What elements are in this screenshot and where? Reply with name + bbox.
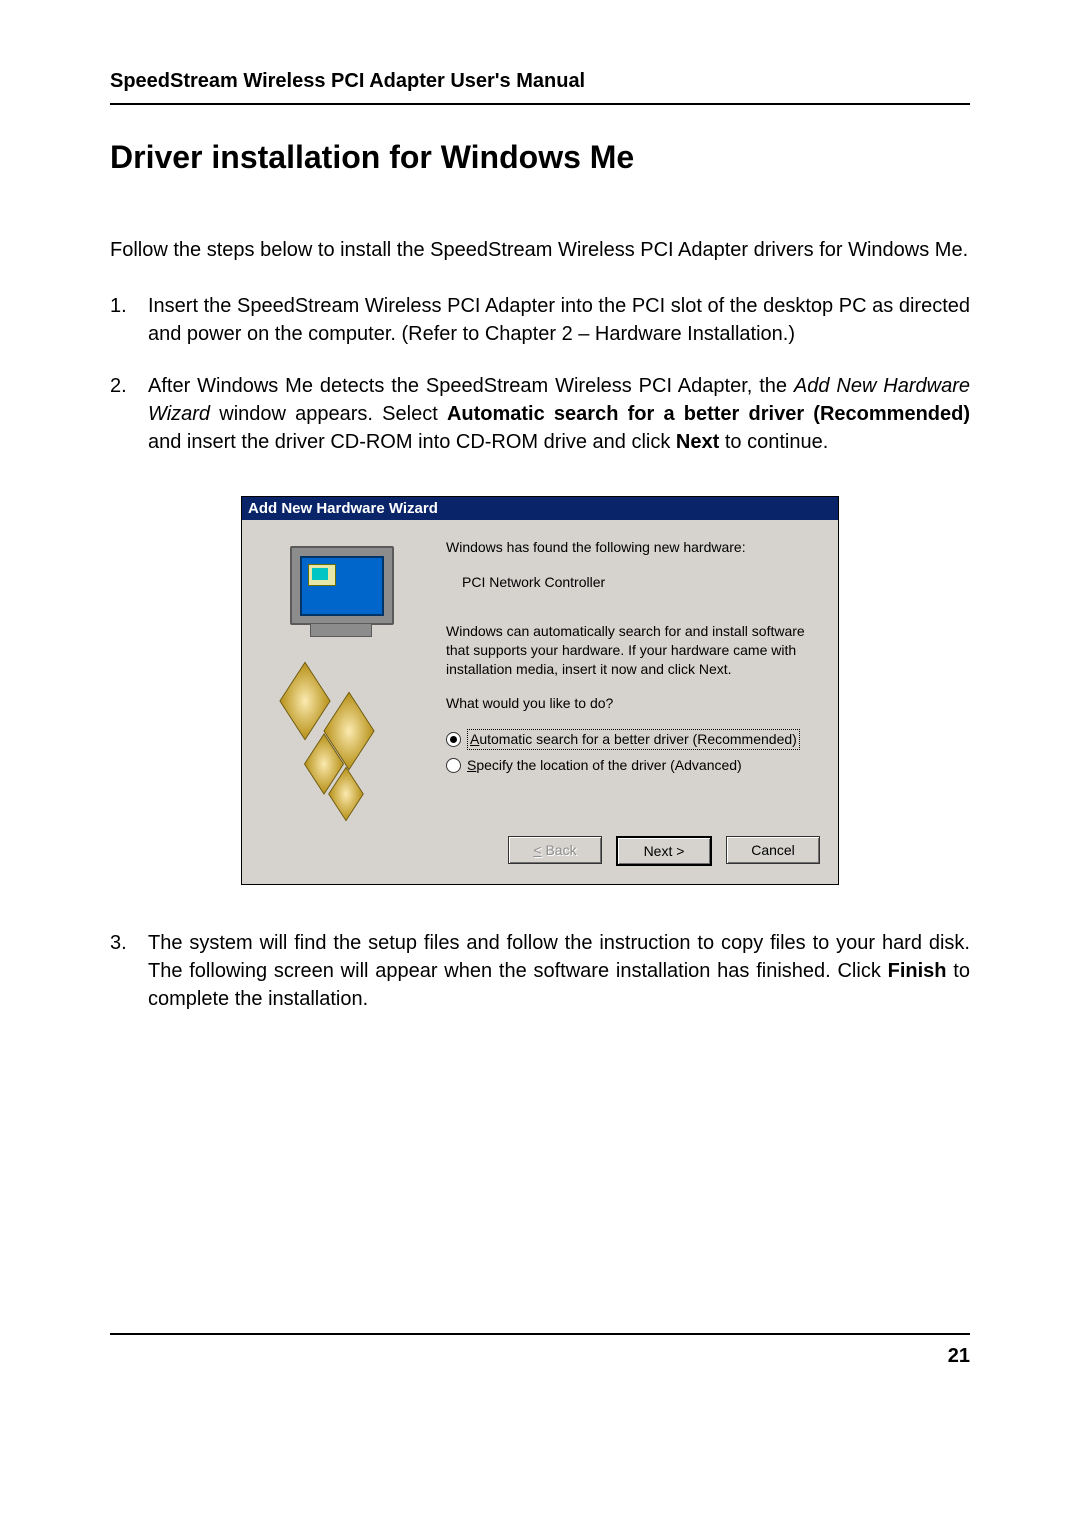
page-title: Driver installation for Windows Me [110,139,970,176]
radio-icon [446,732,461,747]
radio-option-specify[interactable]: Specify the location of the driver (Adva… [446,756,820,775]
add-new-hardware-wizard-dialog: Add New Hardware Wizard Windows has foun… [241,496,839,885]
step-2-bold2: Next [676,431,719,453]
cancel-button[interactable]: Cancel [726,836,820,864]
page-header: SpeedStream Wireless PCI Adapter User's … [110,70,970,105]
back-button-label: < Back [533,842,576,858]
radio-label-specify: Specify the location of the driver (Adva… [467,756,742,775]
step-2-text-d: to continue. [719,431,828,453]
dialog-question: What would you like to do? [446,694,820,713]
next-button[interactable]: Next > [616,836,712,866]
step-2: After Windows Me detects the SpeedStream… [110,372,970,456]
step-3-bold: Finish [888,960,947,982]
step-2-text-b: window appears. Select [210,403,447,425]
step-2-text-c: and insert the driver CD-ROM into CD-ROM… [148,431,676,453]
radio-icon [446,758,461,773]
step-2-bold1: Automatic search for a better driver (Re… [447,403,970,425]
step-2-text-a: After Windows Me detects the SpeedStream… [148,375,794,397]
radio-label-automatic: Automatic search for a better driver (Re… [467,729,800,750]
back-button: < Back [508,836,602,864]
step-3: The system will find the setup files and… [110,929,970,1013]
found-hardware-label: Windows has found the following new hard… [446,538,820,557]
page-number: 21 [110,1333,970,1368]
next-button-label: Next > [644,843,685,859]
radio-option-automatic[interactable]: Automatic search for a better driver (Re… [446,729,820,750]
step-1: Insert the SpeedStream Wireless PCI Adap… [110,292,970,348]
wizard-graphic [260,538,430,818]
device-name: PCI Network Controller [462,573,820,592]
intro-paragraph: Follow the steps below to install the Sp… [110,236,970,264]
disk-icon [279,662,330,741]
dialog-description: Windows can automatically search for and… [446,622,820,679]
step-3-text-a: The system will find the setup files and… [148,932,970,982]
monitor-icon [290,546,400,636]
dialog-titlebar: Add New Hardware Wizard [242,497,838,520]
cancel-button-label: Cancel [751,842,795,858]
